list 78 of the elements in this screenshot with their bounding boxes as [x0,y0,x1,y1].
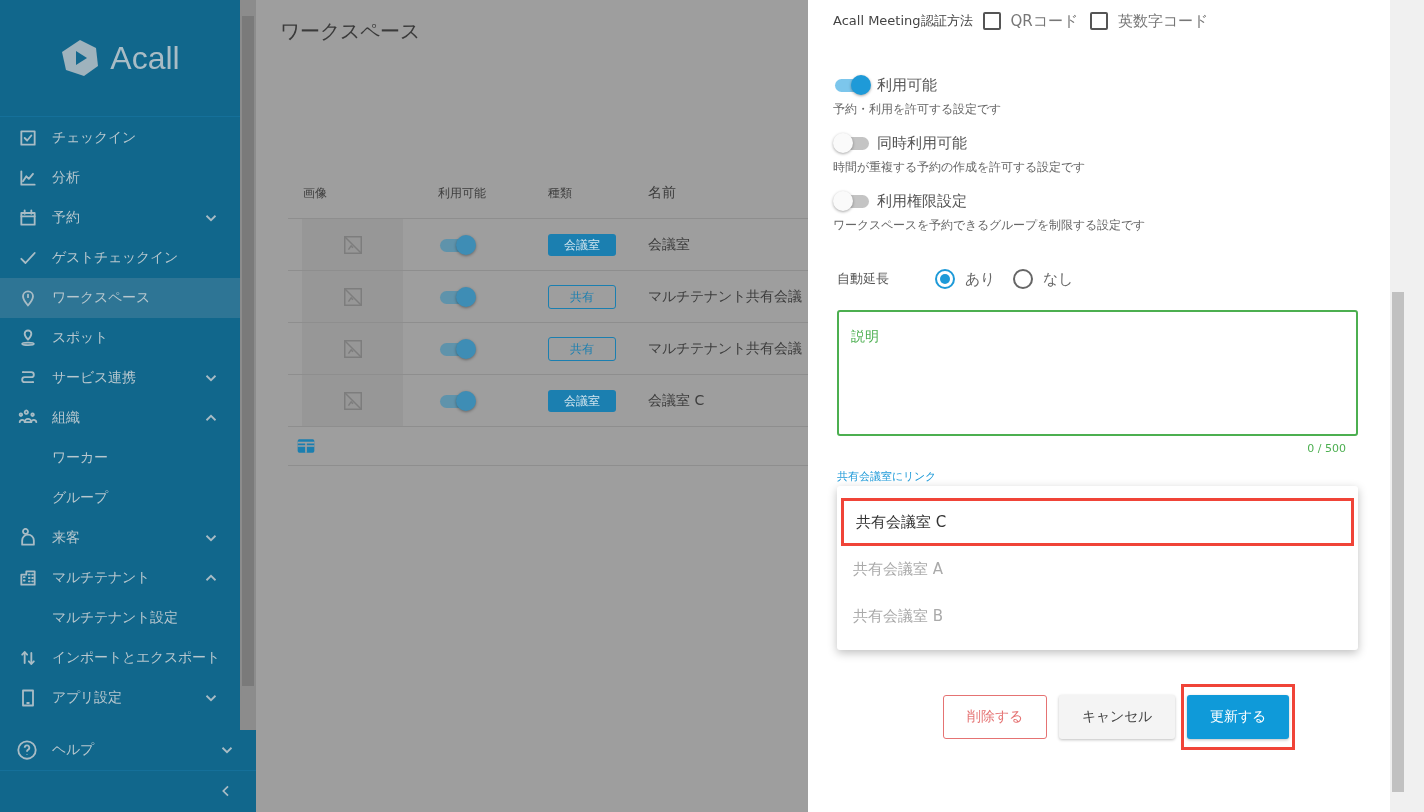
sidebar-item[interactable]: インポートとエクスポート [0,638,240,678]
sidebar-item[interactable]: アプリ設定 [0,678,240,718]
toggle-switch[interactable] [438,285,476,308]
checkbox[interactable] [982,12,1001,30]
dropdown-option[interactable]: 共有会議室 A [837,546,1358,593]
table-cell-text: マルチテナント共有会議 [648,339,803,358]
field-label: 自動延長 [837,270,890,288]
type-tag: 共有 [548,284,616,309]
toggle-switch[interactable] [833,74,871,96]
scrollbar[interactable] [1390,0,1424,812]
radio-label: なし [1043,269,1073,289]
switch-description: ワークスペースを予約できるグループを制限する設定です [833,217,1146,234]
sidebar-item[interactable]: マルチテナント [0,558,240,598]
table-cell-text: 会議室 C [648,391,706,410]
switch-label: 同時利用可能 [877,133,967,153]
type-tag: 共有 [548,336,616,361]
logo-icon [60,38,101,78]
switch-label: 利用権限設定 [877,191,967,211]
checkbox-label: QRコード [1010,11,1078,31]
no-image-icon [341,389,364,412]
dropdown-option[interactable]: 共有会議室 C [841,498,1354,546]
dialog-button[interactable]: 削除する [942,695,1047,739]
dropdown-option[interactable]: 共有会議室 B [837,593,1358,640]
field-label: Acall Meeting認証方法 [833,12,973,30]
type-tag: 会議室 [548,233,616,256]
sidebar-item[interactable]: 分析 [0,158,240,198]
switch-label: 利用可能 [877,75,937,95]
scrollbar[interactable] [240,0,256,730]
checkbox[interactable] [1089,12,1108,30]
page-title: ワークスペース [280,18,421,45]
menu-item-icon [18,328,38,348]
table-cell-text: マルチテナント共有会議 [648,287,803,306]
menu-item-icon [18,128,38,148]
toggle-switch[interactable] [833,190,871,212]
radio-label: あり [965,269,995,289]
column-header: 種類 [548,184,573,202]
menu-item-icon [18,168,38,188]
column-header: 画像 [302,184,328,202]
toggle-switch[interactable] [833,132,871,154]
sidebar-subitem[interactable]: グループ [0,478,240,518]
type-tag: 会議室 [548,389,616,412]
grid-view-icon[interactable] [296,436,316,456]
help-menu-item[interactable]: ヘルプ [0,730,256,771]
sidebar-item[interactable]: 来客 [0,518,240,558]
sidebar-item[interactable]: 組織 [0,398,240,438]
menu-item-icon [18,568,38,588]
help-icon [16,739,38,761]
table-cell-text: 会議室 [648,235,691,254]
sidebar-item[interactable]: 予約 [0,198,240,238]
radio-button[interactable] [935,269,955,289]
switch-description: 時間が重複する予約の作成を許可する設定です [833,159,1086,176]
toggle-switch[interactable] [438,233,476,256]
sidebar-subitem[interactable]: マルチテナント設定 [0,598,240,638]
column-header: 利用可能 [438,184,487,202]
field-label: 共有会議室にリンク [837,470,936,483]
dialog-button[interactable]: 更新する [1186,695,1289,739]
radio-button[interactable] [1013,269,1033,289]
switch-description: 予約・利用を許可する設定です [833,101,1002,118]
no-image-icon [341,285,364,308]
no-image-icon [341,233,364,256]
column-header: 名前 [648,184,677,202]
menu-item-icon [18,648,38,668]
character-counter: 0 / 500 [1307,442,1346,455]
logo-text: Acall [110,39,180,77]
menu-item-icon [18,208,38,228]
checkbox-label: 英数字コード [1117,11,1208,31]
sidebar-item[interactable]: サービス連携 [0,358,240,398]
description-field[interactable]: 説明 [837,310,1358,436]
no-image-icon [341,337,364,360]
sidebar-subitem[interactable]: ワーカー [0,438,240,478]
sidebar-item[interactable]: ゲストチェックイン [0,238,240,278]
sidebar-item[interactable]: ワークスペース [0,278,240,318]
sidebar-item[interactable]: スポット [0,318,240,358]
menu-item-icon [18,528,38,548]
sidebar-item[interactable]: チェックイン [0,118,240,158]
toggle-switch[interactable] [438,389,476,412]
dialog-button[interactable]: キャンセル [1058,695,1175,739]
toggle-switch[interactable] [438,337,476,360]
